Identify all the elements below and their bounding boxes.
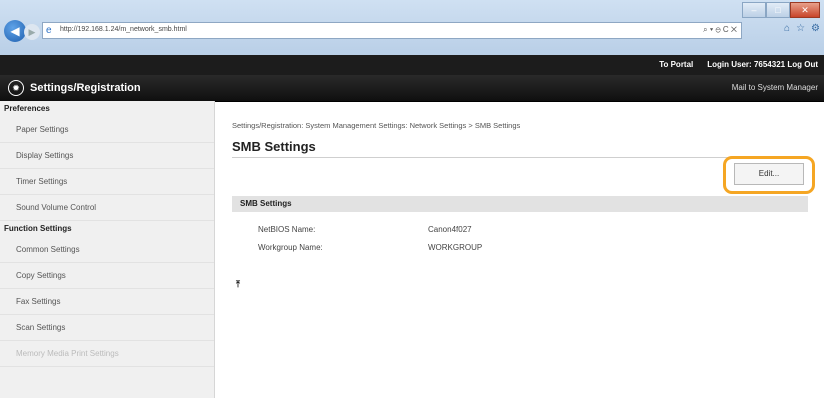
- sidebar-heading-preferences: Preferences: [4, 104, 50, 113]
- main-content: Settings/Registration: System Management…: [214, 101, 824, 398]
- forward-button[interactable]: ▶: [24, 24, 40, 40]
- sidebar-item-memory-media-print-settings[interactable]: Memory Media Print Settings: [0, 341, 214, 367]
- sidebar-item-sound-volume-control[interactable]: Sound Volume Control: [0, 195, 214, 221]
- forward-arrow-icon: ▶: [28, 26, 36, 37]
- title-divider: [232, 157, 808, 158]
- back-button[interactable]: ◀: [4, 20, 26, 42]
- ie-logo-icon: e: [46, 25, 52, 36]
- sidebar-item-scan-settings[interactable]: Scan Settings: [0, 315, 214, 341]
- netbios-name-label: NetBIOS Name:: [258, 225, 316, 234]
- logout-link[interactable]: Log Out: [787, 60, 818, 69]
- browser-toolbar-icons: ⌂ ☆ ⚙: [784, 23, 820, 34]
- app-titlebar: ✹ Settings/Registration Mail to System M…: [0, 75, 824, 102]
- sidebar-item-paper-settings[interactable]: Paper Settings: [0, 117, 214, 143]
- navigation-row: ◀ ▶ e http://192.168.1.24/m_network_smb.…: [4, 20, 820, 42]
- back-to-top-icon[interactable]: ⤒: [236, 279, 240, 290]
- maximize-button[interactable]: □: [766, 2, 790, 18]
- sidebar-item-display-settings[interactable]: Display Settings: [0, 143, 214, 169]
- smb-settings-section-header: SMB Settings: [232, 196, 808, 212]
- sidebar-item-timer-settings[interactable]: Timer Settings: [0, 169, 214, 195]
- login-info: Login User: 7654321 Log Out: [707, 60, 818, 69]
- sidebar-heading-function-settings: Function Settings: [4, 224, 72, 233]
- page-title: SMB Settings: [232, 139, 316, 154]
- netbios-name-row: NetBIOS Name: Canon4f027: [258, 225, 472, 234]
- home-icon[interactable]: ⌂: [784, 23, 790, 34]
- top-bar-links: To Portal Login User: 7654321 Log Out: [659, 60, 818, 69]
- browser-chrome: – □ ✕ ◀ ▶ e http://192.168.1.24/m_networ…: [0, 0, 824, 55]
- app-title: Settings/Registration: [30, 82, 141, 94]
- edit-button[interactable]: Edit...: [734, 163, 804, 185]
- login-user-id: 7654321: [753, 60, 786, 69]
- favorites-star-icon[interactable]: ☆: [796, 23, 805, 34]
- workgroup-name-label: Workgroup Name:: [258, 243, 323, 252]
- workgroup-name-row: Workgroup Name: WORKGROUP: [258, 243, 482, 252]
- to-portal-link[interactable]: To Portal: [659, 60, 693, 69]
- close-button[interactable]: ✕: [790, 2, 820, 18]
- back-arrow-icon: ◀: [10, 24, 20, 38]
- workgroup-name-value: WORKGROUP: [428, 243, 483, 252]
- sidebar-item-common-settings[interactable]: Common Settings: [0, 237, 214, 263]
- sidebar: Preferences Paper Settings Display Setti…: [0, 101, 215, 398]
- url-text: http://192.168.1.24/m_network_smb.html: [60, 26, 187, 33]
- login-label: Login User:: [707, 60, 752, 69]
- window-controls: – □ ✕: [742, 2, 820, 18]
- gear-icon[interactable]: ⚙: [811, 23, 820, 34]
- address-tools[interactable]: ⌕ ▾ ⊖ C ✕: [703, 25, 737, 35]
- sidebar-item-fax-settings[interactable]: Fax Settings: [0, 289, 214, 315]
- settings-logo-icon: ✹: [8, 80, 24, 96]
- minimize-button[interactable]: –: [742, 2, 766, 18]
- netbios-name-value: Canon4f027: [428, 225, 472, 234]
- address-bar[interactable]: e http://192.168.1.24/m_network_smb.html…: [42, 22, 742, 39]
- top-bar: To Portal Login User: 7654321 Log Out: [0, 55, 824, 75]
- sidebar-item-copy-settings[interactable]: Copy Settings: [0, 263, 214, 289]
- breadcrumb: Settings/Registration: System Management…: [232, 121, 521, 130]
- mail-to-system-manager-link[interactable]: Mail to System Manager: [732, 83, 818, 92]
